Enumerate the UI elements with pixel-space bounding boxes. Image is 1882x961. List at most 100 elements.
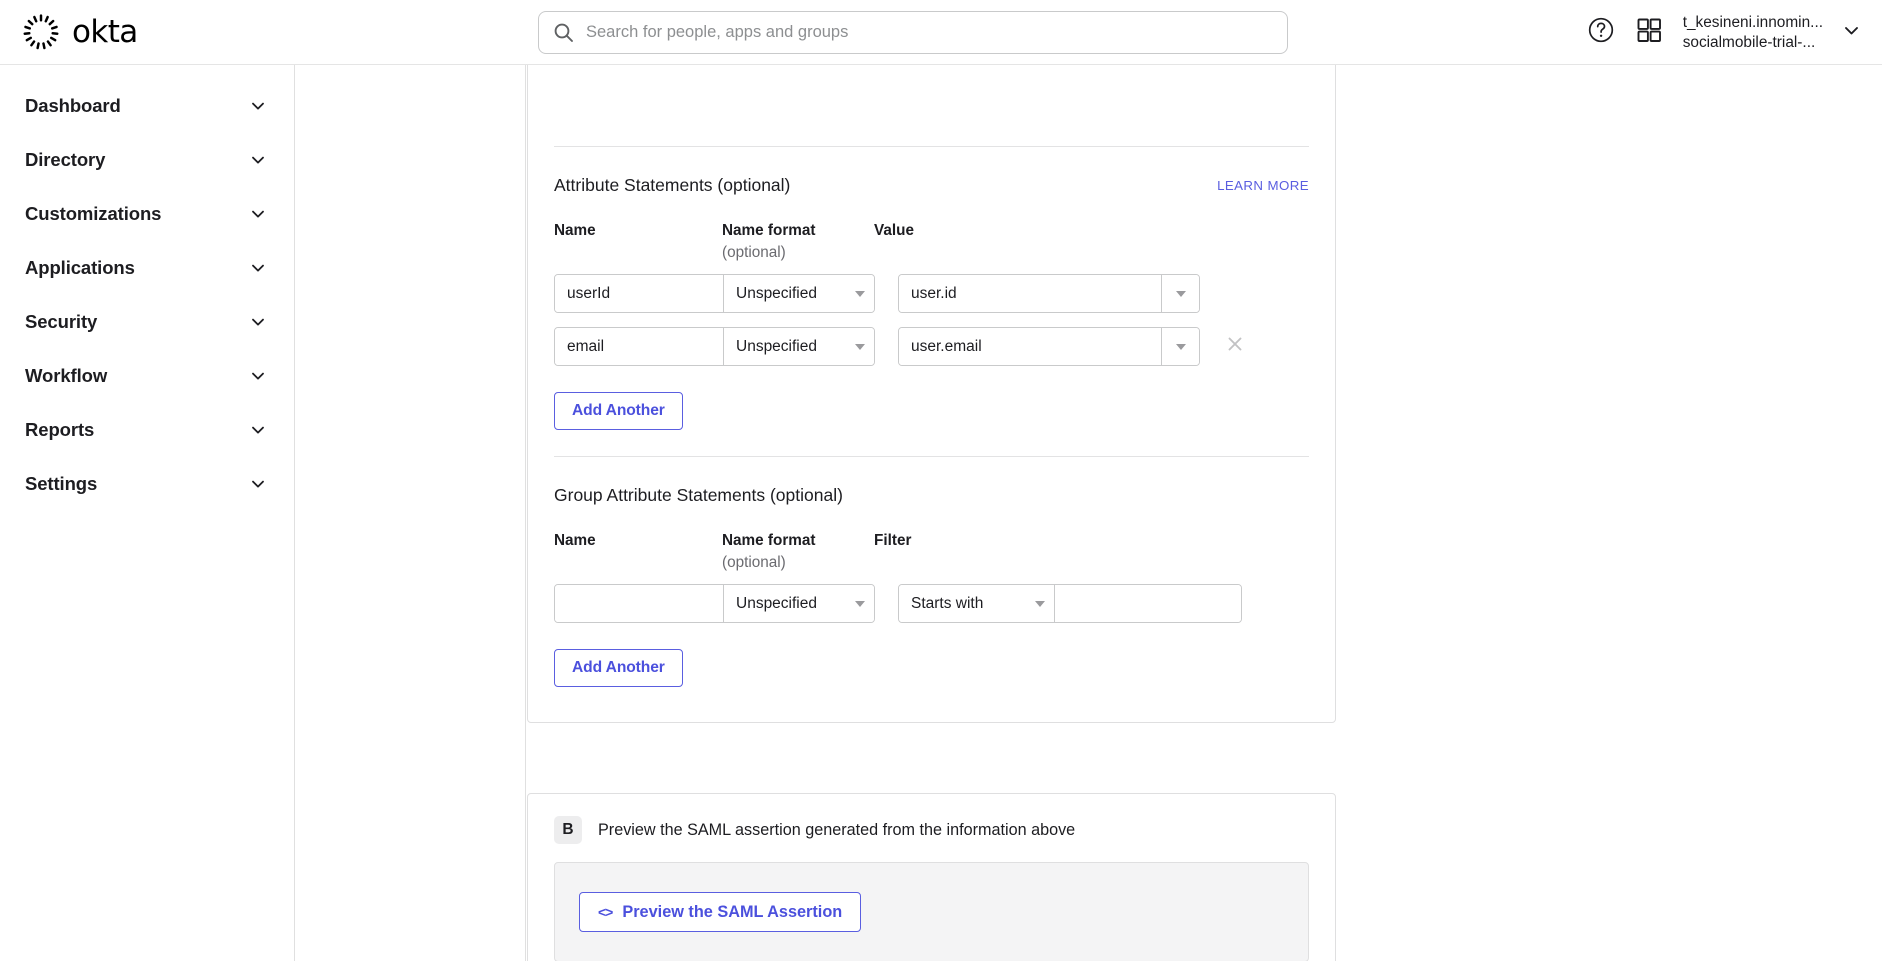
sidebar-item-customizations[interactable]: Customizations: [0, 187, 294, 241]
column-header-name: Name: [554, 222, 722, 262]
group-name-format-group: Unspecified: [554, 584, 875, 623]
chevron-down-icon: [855, 291, 865, 297]
help-circle-icon: [1586, 15, 1616, 50]
okta-sunburst-icon: [22, 13, 60, 51]
sidebar-item-directory[interactable]: Directory: [0, 133, 294, 187]
column-header-name-format-sub: (optional): [722, 240, 874, 262]
sidebar-item-label: Customizations: [25, 203, 161, 225]
top-header-bar: okta: [0, 0, 1882, 65]
attribute-value-input[interactable]: [899, 328, 1161, 365]
sidebar-item-security[interactable]: Security: [0, 295, 294, 349]
group-filter-group: Starts with: [898, 584, 1242, 623]
chevron-down-icon: [248, 96, 268, 116]
learn-more-link[interactable]: LEARN MORE: [1217, 178, 1309, 193]
sidebar-item-workflow[interactable]: Workflow: [0, 349, 294, 403]
column-header-name-format-sub: (optional): [722, 550, 874, 572]
group-attribute-name-format-select[interactable]: Unspecified: [724, 585, 874, 622]
attribute-value-dropdown-button[interactable]: [1162, 275, 1199, 312]
attribute-statement-row: Unspecified: [554, 274, 1309, 313]
attribute-name-format-group: Unspecified: [554, 327, 875, 366]
chevron-down-icon: [1841, 20, 1862, 46]
close-x-icon: [1225, 334, 1245, 359]
okta-logo-home-link[interactable]: okta: [22, 10, 138, 54]
sidebar-item-settings[interactable]: Settings: [0, 457, 294, 511]
group-filter-value-input[interactable]: [1055, 585, 1241, 622]
column-header-value: Value: [874, 222, 1074, 262]
preview-section-header: B Preview the SAML assertion generated f…: [554, 794, 1309, 844]
help-button[interactable]: [1577, 9, 1625, 57]
sidebar-item-label: Security: [25, 311, 97, 333]
attribute-value-group: [898, 327, 1200, 366]
attribute-statements-column-headers: Name Name format (optional) Value: [554, 196, 1309, 262]
sidebar-item-dashboard[interactable]: Dashboard: [0, 79, 294, 133]
preview-saml-assertion-button[interactable]: <> Preview the SAML Assertion: [579, 892, 861, 932]
column-header-name-format: Name format (optional): [722, 532, 874, 572]
sidebar-item-label: Applications: [25, 257, 135, 279]
app-switcher-button[interactable]: [1625, 9, 1673, 57]
attribute-value-input[interactable]: [899, 275, 1161, 312]
account-username: t_kesineni.innomin...: [1683, 13, 1823, 33]
column-header-name-format: Name format (optional): [722, 222, 874, 262]
chevron-down-icon: [248, 312, 268, 332]
attribute-name-format-value: Unspecified: [736, 338, 817, 356]
code-brackets-icon: <>: [598, 904, 612, 920]
preview-action-panel: <> Preview the SAML Assertion: [554, 862, 1309, 961]
saml-preview-card: B Preview the SAML assertion generated f…: [527, 793, 1336, 961]
group-attribute-column-headers: Name Name format (optional) Filter: [554, 506, 1309, 572]
sidebar-item-label: Directory: [25, 149, 105, 171]
sidebar-item-label: Dashboard: [25, 95, 121, 117]
chevron-down-icon: [248, 150, 268, 170]
column-header-filter: Filter: [874, 532, 1074, 572]
account-menu[interactable]: t_kesineni.innomin... socialmobile-trial…: [1673, 13, 1868, 52]
global-search-box[interactable]: [538, 11, 1288, 54]
sidebar-item-reports[interactable]: Reports: [0, 403, 294, 457]
chevron-down-icon: [1035, 601, 1045, 607]
app-grid-icon: [1635, 16, 1663, 49]
sidebar-item-label: Workflow: [25, 365, 107, 387]
attribute-value-group: [898, 274, 1200, 313]
preview-section-heading: Preview the SAML assertion generated fro…: [598, 821, 1075, 840]
attribute-name-format-select[interactable]: Unspecified: [724, 275, 874, 312]
remove-attribute-row-button[interactable]: [1222, 334, 1248, 360]
group-attribute-statements-title: Group Attribute Statements (optional): [554, 485, 843, 506]
attribute-statement-row: Unspecified: [554, 327, 1309, 366]
attribute-name-format-value: Unspecified: [736, 285, 817, 303]
search-icon: [553, 22, 574, 43]
primary-sidebar-nav: Dashboard Directory Customizations Appli…: [0, 65, 295, 961]
chevron-down-icon: [248, 474, 268, 494]
attribute-statements-header: Attribute Statements (optional) LEARN MO…: [554, 147, 1309, 196]
attribute-value-dropdown-button[interactable]: [1162, 328, 1199, 365]
account-org: socialmobile-trial-...: [1683, 33, 1823, 53]
chevron-down-icon: [855, 601, 865, 607]
attribute-name-format-select[interactable]: Unspecified: [724, 328, 874, 365]
chevron-down-icon: [855, 344, 865, 350]
account-labels: t_kesineni.innomin... socialmobile-trial…: [1683, 13, 1823, 52]
chevron-down-icon: [248, 258, 268, 278]
chevron-down-icon: [248, 204, 268, 224]
sidebar-item-applications[interactable]: Applications: [0, 241, 294, 295]
header-right-actions: t_kesineni.innomin... socialmobile-trial…: [1577, 0, 1868, 65]
attribute-name-format-group: Unspecified: [554, 274, 875, 313]
chevron-down-icon: [248, 420, 268, 440]
column-header-name: Name: [554, 532, 722, 572]
group-attribute-name-input[interactable]: [555, 585, 723, 622]
attribute-statements-title: Attribute Statements (optional): [554, 175, 790, 196]
preview-saml-assertion-label: Preview the SAML Assertion: [622, 903, 842, 922]
step-badge-b: B: [554, 816, 582, 844]
okta-wordmark: okta: [72, 17, 138, 48]
attribute-name-input[interactable]: [555, 275, 723, 312]
search-input[interactable]: [586, 12, 1273, 53]
sidebar-item-label: Reports: [25, 419, 94, 441]
sidebar-item-label: Settings: [25, 473, 97, 495]
group-attribute-statements-header: Group Attribute Statements (optional): [554, 457, 1309, 506]
saml-attributes-card: Attribute Statements (optional) LEARN MO…: [527, 65, 1336, 723]
group-attribute-name-format-value: Unspecified: [736, 595, 817, 613]
chevron-down-icon: [1176, 344, 1186, 350]
chevron-down-icon: [248, 366, 268, 386]
chevron-down-icon: [1176, 291, 1186, 297]
group-filter-type-select[interactable]: Starts with: [899, 585, 1054, 622]
add-another-group-attribute-button[interactable]: Add Another: [554, 649, 683, 687]
group-attribute-statement-row: Unspecified Starts with: [554, 584, 1309, 623]
add-another-attribute-button[interactable]: Add Another: [554, 392, 683, 430]
attribute-name-input[interactable]: [555, 328, 723, 365]
